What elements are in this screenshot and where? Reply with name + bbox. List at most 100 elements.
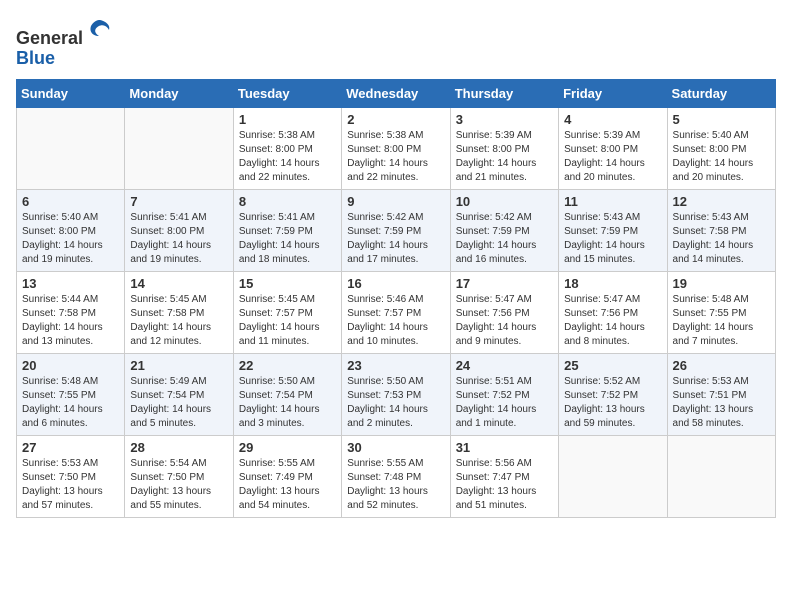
- day-info: Sunrise: 5:48 AM Sunset: 7:55 PM Dayligh…: [22, 375, 119, 431]
- day-number: 26: [673, 358, 770, 373]
- day-number: 28: [130, 440, 227, 455]
- day-info: Sunrise: 5:55 AM Sunset: 7:49 PM Dayligh…: [239, 457, 336, 513]
- calendar-day-cell: 12 Sunrise: 5:43 AM Sunset: 7:58 PM Dayli…: [667, 189, 775, 271]
- calendar-day-cell: [559, 435, 667, 517]
- day-info: Sunrise: 5:45 AM Sunset: 7:58 PM Dayligh…: [130, 293, 227, 349]
- day-of-week-header: Sunday: [17, 79, 125, 107]
- calendar-day-cell: 18 Sunrise: 5:47 AM Sunset: 7:56 PM Dayli…: [559, 271, 667, 353]
- calendar-day-cell: 6 Sunrise: 5:40 AM Sunset: 8:00 PM Daylig…: [17, 189, 125, 271]
- calendar-day-cell: 20 Sunrise: 5:48 AM Sunset: 7:55 PM Dayli…: [17, 353, 125, 435]
- day-of-week-header: Monday: [125, 79, 233, 107]
- day-number: 31: [456, 440, 553, 455]
- day-info: Sunrise: 5:54 AM Sunset: 7:50 PM Dayligh…: [130, 457, 227, 513]
- day-info: Sunrise: 5:51 AM Sunset: 7:52 PM Dayligh…: [456, 375, 553, 431]
- calendar-day-cell: 25 Sunrise: 5:52 AM Sunset: 7:52 PM Dayli…: [559, 353, 667, 435]
- day-of-week-header: Tuesday: [233, 79, 341, 107]
- calendar-day-cell: 22Sunrise: 5:50 AM Sunset: 7:54 PM Dayli…: [233, 353, 341, 435]
- day-info: Sunrise: 5:52 AM Sunset: 7:52 PM Dayligh…: [564, 375, 661, 431]
- day-number: 7: [130, 194, 227, 209]
- day-number: 6: [22, 194, 119, 209]
- day-number: 9: [347, 194, 444, 209]
- calendar-day-cell: 13 Sunrise: 5:44 AM Sunset: 7:58 PM Dayli…: [17, 271, 125, 353]
- calendar-day-cell: 28 Sunrise: 5:54 AM Sunset: 7:50 PM Dayli…: [125, 435, 233, 517]
- day-info: Sunrise: 5:43 AM Sunset: 7:58 PM Dayligh…: [673, 211, 770, 267]
- day-number: 20: [22, 358, 119, 373]
- day-info: Sunrise: 5:39 AM Sunset: 8:00 PM Dayligh…: [564, 129, 661, 185]
- page-header: General Blue: [16, 16, 776, 69]
- day-number: 18: [564, 276, 661, 291]
- day-number: 5: [673, 112, 770, 127]
- day-number: 3: [456, 112, 553, 127]
- calendar-day-cell: 11Sunrise: 5:43 AM Sunset: 7:59 PM Dayli…: [559, 189, 667, 271]
- day-info: Sunrise: 5:41 AM Sunset: 7:59 PM Dayligh…: [239, 211, 336, 267]
- day-info: Sunrise: 5:47 AM Sunset: 7:56 PM Dayligh…: [564, 293, 661, 349]
- calendar-week-row: 27 Sunrise: 5:53 AM Sunset: 7:50 PM Dayli…: [17, 435, 776, 517]
- day-number: 12: [673, 194, 770, 209]
- calendar-day-cell: 3 Sunrise: 5:39 AM Sunset: 8:00 PM Daylig…: [450, 107, 558, 189]
- calendar-day-cell: 4 Sunrise: 5:39 AM Sunset: 8:00 PM Daylig…: [559, 107, 667, 189]
- day-number: 24: [456, 358, 553, 373]
- day-number: 8: [239, 194, 336, 209]
- logo-blue: Blue: [16, 48, 55, 68]
- calendar-day-cell: 24 Sunrise: 5:51 AM Sunset: 7:52 PM Dayli…: [450, 353, 558, 435]
- calendar-day-cell: 10Sunrise: 5:42 AM Sunset: 7:59 PM Dayli…: [450, 189, 558, 271]
- calendar-day-cell: 5 Sunrise: 5:40 AM Sunset: 8:00 PM Daylig…: [667, 107, 775, 189]
- day-number: 19: [673, 276, 770, 291]
- day-info: Sunrise: 5:46 AM Sunset: 7:57 PM Dayligh…: [347, 293, 444, 349]
- day-info: Sunrise: 5:38 AM Sunset: 8:00 PM Dayligh…: [239, 129, 336, 185]
- calendar-day-cell: 17Sunrise: 5:47 AM Sunset: 7:56 PM Dayli…: [450, 271, 558, 353]
- day-number: 11: [564, 194, 661, 209]
- day-of-week-header: Friday: [559, 79, 667, 107]
- day-info: Sunrise: 5:49 AM Sunset: 7:54 PM Dayligh…: [130, 375, 227, 431]
- day-number: 15: [239, 276, 336, 291]
- day-number: 2: [347, 112, 444, 127]
- calendar-day-cell: 29 Sunrise: 5:55 AM Sunset: 7:49 PM Dayli…: [233, 435, 341, 517]
- calendar-day-cell: 7 Sunrise: 5:41 AM Sunset: 8:00 PM Daylig…: [125, 189, 233, 271]
- calendar-header-row: SundayMondayTuesdayWednesdayThursdayFrid…: [17, 79, 776, 107]
- calendar-day-cell: 31Sunrise: 5:56 AM Sunset: 7:47 PM Dayli…: [450, 435, 558, 517]
- day-number: 4: [564, 112, 661, 127]
- day-info: Sunrise: 5:40 AM Sunset: 8:00 PM Dayligh…: [22, 211, 119, 267]
- calendar-day-cell: 1 Sunrise: 5:38 AM Sunset: 8:00 PM Daylig…: [233, 107, 341, 189]
- calendar-day-cell: 14 Sunrise: 5:45 AM Sunset: 7:58 PM Dayli…: [125, 271, 233, 353]
- calendar-week-row: 6 Sunrise: 5:40 AM Sunset: 8:00 PM Daylig…: [17, 189, 776, 271]
- calendar-day-cell: 21 Sunrise: 5:49 AM Sunset: 7:54 PM Dayli…: [125, 353, 233, 435]
- day-number: 30: [347, 440, 444, 455]
- calendar-day-cell: 9 Sunrise: 5:42 AM Sunset: 7:59 PM Daylig…: [342, 189, 450, 271]
- day-of-week-header: Saturday: [667, 79, 775, 107]
- calendar-week-row: 20 Sunrise: 5:48 AM Sunset: 7:55 PM Dayli…: [17, 353, 776, 435]
- day-number: 16: [347, 276, 444, 291]
- calendar-table: SundayMondayTuesdayWednesdayThursdayFrid…: [16, 79, 776, 518]
- day-number: 14: [130, 276, 227, 291]
- day-number: 13: [22, 276, 119, 291]
- calendar-day-cell: [667, 435, 775, 517]
- calendar-day-cell: 19 Sunrise: 5:48 AM Sunset: 7:55 PM Dayli…: [667, 271, 775, 353]
- logo-bird-icon: [85, 16, 113, 44]
- day-info: Sunrise: 5:44 AM Sunset: 7:58 PM Dayligh…: [22, 293, 119, 349]
- day-of-week-header: Thursday: [450, 79, 558, 107]
- day-number: 1: [239, 112, 336, 127]
- day-info: Sunrise: 5:50 AM Sunset: 7:53 PM Dayligh…: [347, 375, 444, 431]
- day-number: 23: [347, 358, 444, 373]
- calendar-day-cell: [125, 107, 233, 189]
- day-info: Sunrise: 5:41 AM Sunset: 8:00 PM Dayligh…: [130, 211, 227, 267]
- logo-general: General: [16, 28, 83, 48]
- calendar-day-cell: 8 Sunrise: 5:41 AM Sunset: 7:59 PM Daylig…: [233, 189, 341, 271]
- day-of-week-header: Wednesday: [342, 79, 450, 107]
- day-info: Sunrise: 5:53 AM Sunset: 7:50 PM Dayligh…: [22, 457, 119, 513]
- day-info: Sunrise: 5:39 AM Sunset: 8:00 PM Dayligh…: [456, 129, 553, 185]
- calendar-day-cell: 27 Sunrise: 5:53 AM Sunset: 7:50 PM Dayli…: [17, 435, 125, 517]
- calendar-day-cell: 15Sunrise: 5:45 AM Sunset: 7:57 PM Dayli…: [233, 271, 341, 353]
- calendar-week-row: 13 Sunrise: 5:44 AM Sunset: 7:58 PM Dayli…: [17, 271, 776, 353]
- logo: General Blue: [16, 16, 113, 69]
- day-number: 27: [22, 440, 119, 455]
- day-number: 21: [130, 358, 227, 373]
- day-info: Sunrise: 5:48 AM Sunset: 7:55 PM Dayligh…: [673, 293, 770, 349]
- day-info: Sunrise: 5:42 AM Sunset: 7:59 PM Dayligh…: [347, 211, 444, 267]
- day-info: Sunrise: 5:42 AM Sunset: 7:59 PM Dayligh…: [456, 211, 553, 267]
- calendar-day-cell: 2Sunrise: 5:38 AM Sunset: 8:00 PM Daylig…: [342, 107, 450, 189]
- day-number: 29: [239, 440, 336, 455]
- day-info: Sunrise: 5:40 AM Sunset: 8:00 PM Dayligh…: [673, 129, 770, 185]
- day-number: 25: [564, 358, 661, 373]
- day-info: Sunrise: 5:50 AM Sunset: 7:54 PM Dayligh…: [239, 375, 336, 431]
